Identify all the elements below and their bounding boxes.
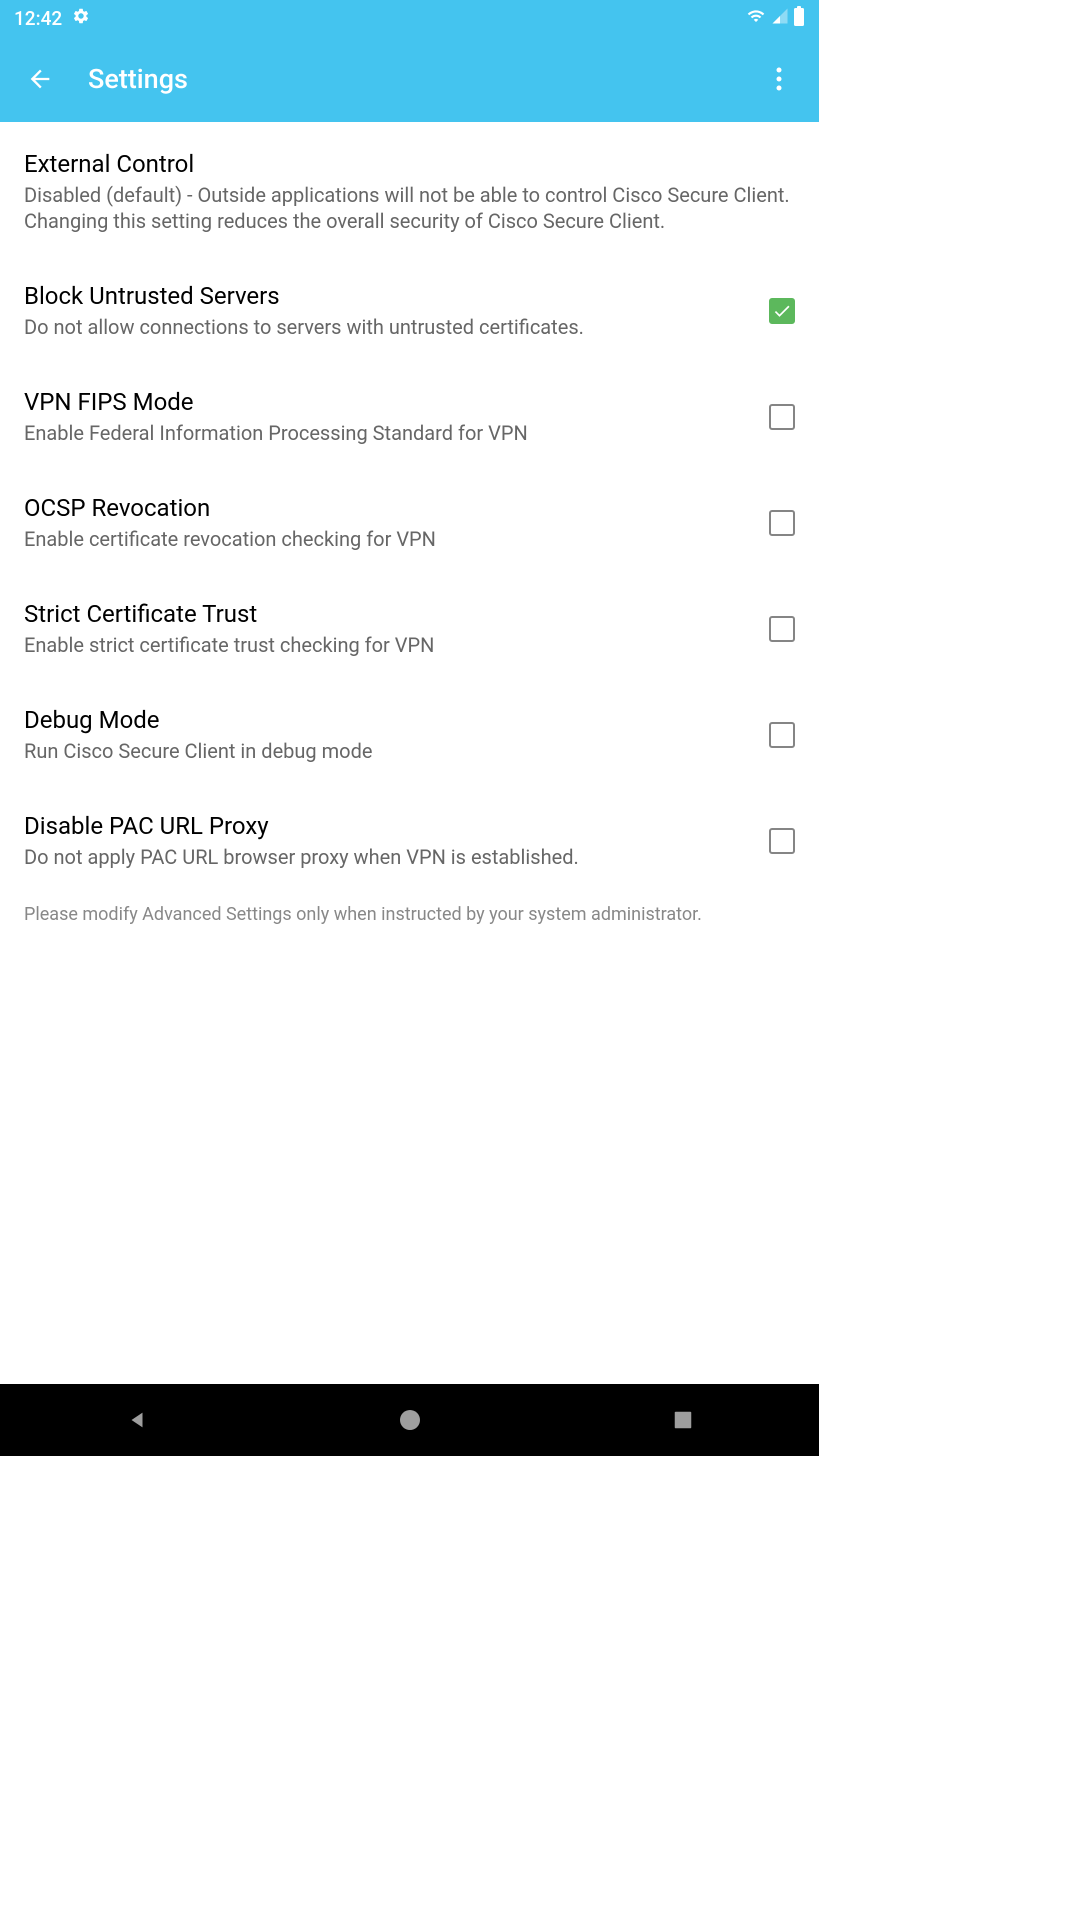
setting-text: Disable PAC URL Proxy Do not apply PAC U… (24, 812, 769, 870)
back-button[interactable] (20, 59, 60, 99)
status-bar: 12:42 (0, 0, 819, 36)
setting-debug-mode[interactable]: Debug Mode Run Cisco Secure Client in de… (0, 682, 819, 788)
setting-desc: Do not allow connections to servers with… (24, 314, 749, 340)
setting-text: Strict Certificate Trust Enable strict c… (24, 600, 769, 658)
signal-icon (771, 7, 789, 29)
setting-title: Strict Certificate Trust (24, 600, 749, 628)
nav-recent-button[interactable] (623, 1395, 743, 1445)
setting-desc: Enable Federal Information Processing St… (24, 420, 749, 446)
gear-icon (72, 7, 90, 30)
setting-title: Disable PAC URL Proxy (24, 812, 749, 840)
setting-text: Block Untrusted Servers Do not allow con… (24, 282, 769, 340)
page-title: Settings (88, 63, 188, 95)
setting-desc: Do not apply PAC URL browser proxy when … (24, 844, 749, 870)
checkmark-icon (772, 301, 792, 321)
circle-home-icon (398, 1408, 422, 1432)
checkbox-disable-pac[interactable] (769, 828, 795, 854)
setting-title: OCSP Revocation (24, 494, 749, 522)
status-time: 12:42 (14, 7, 62, 30)
setting-desc: Enable strict certificate trust checking… (24, 632, 749, 658)
status-bar-left: 12:42 (14, 7, 90, 30)
setting-fips-mode[interactable]: VPN FIPS Mode Enable Federal Information… (0, 364, 819, 470)
setting-desc: Run Cisco Secure Client in debug mode (24, 738, 749, 764)
setting-title: Block Untrusted Servers (24, 282, 749, 310)
setting-block-untrusted[interactable]: Block Untrusted Servers Do not allow con… (0, 258, 819, 364)
triangle-back-icon (126, 1408, 148, 1432)
arrow-back-icon (26, 65, 54, 93)
setting-text: VPN FIPS Mode Enable Federal Information… (24, 388, 769, 446)
status-bar-right (745, 6, 805, 30)
setting-ocsp[interactable]: OCSP Revocation Enable certificate revoc… (0, 470, 819, 576)
battery-icon (793, 6, 805, 30)
setting-desc: Enable certificate revocation checking f… (24, 526, 749, 552)
setting-title: External Control (24, 150, 795, 178)
setting-title: Debug Mode (24, 706, 749, 734)
nav-back-button[interactable] (77, 1395, 197, 1445)
wifi-icon (745, 7, 767, 29)
setting-title: VPN FIPS Mode (24, 388, 749, 416)
app-bar: Settings (0, 36, 819, 122)
setting-desc: Disabled (default) - Outside application… (24, 182, 795, 234)
setting-external-control[interactable]: External Control Disabled (default) - Ou… (0, 126, 819, 258)
checkbox-ocsp[interactable] (769, 510, 795, 536)
navigation-bar (0, 1384, 819, 1456)
checkbox-debug-mode[interactable] (769, 722, 795, 748)
more-menu-button[interactable] (759, 59, 799, 99)
checkbox-block-untrusted[interactable] (769, 298, 795, 324)
footer-note: Please modify Advanced Settings only whe… (0, 894, 819, 935)
square-recent-icon (672, 1409, 694, 1431)
setting-strict-cert[interactable]: Strict Certificate Trust Enable strict c… (0, 576, 819, 682)
settings-list: External Control Disabled (default) - Ou… (0, 122, 819, 935)
nav-home-button[interactable] (350, 1395, 470, 1445)
checkbox-strict-cert[interactable] (769, 616, 795, 642)
checkbox-fips-mode[interactable] (769, 404, 795, 430)
setting-disable-pac[interactable]: Disable PAC URL Proxy Do not apply PAC U… (0, 788, 819, 894)
setting-text: Debug Mode Run Cisco Secure Client in de… (24, 706, 769, 764)
more-vert-icon (776, 67, 782, 91)
setting-text: OCSP Revocation Enable certificate revoc… (24, 494, 769, 552)
